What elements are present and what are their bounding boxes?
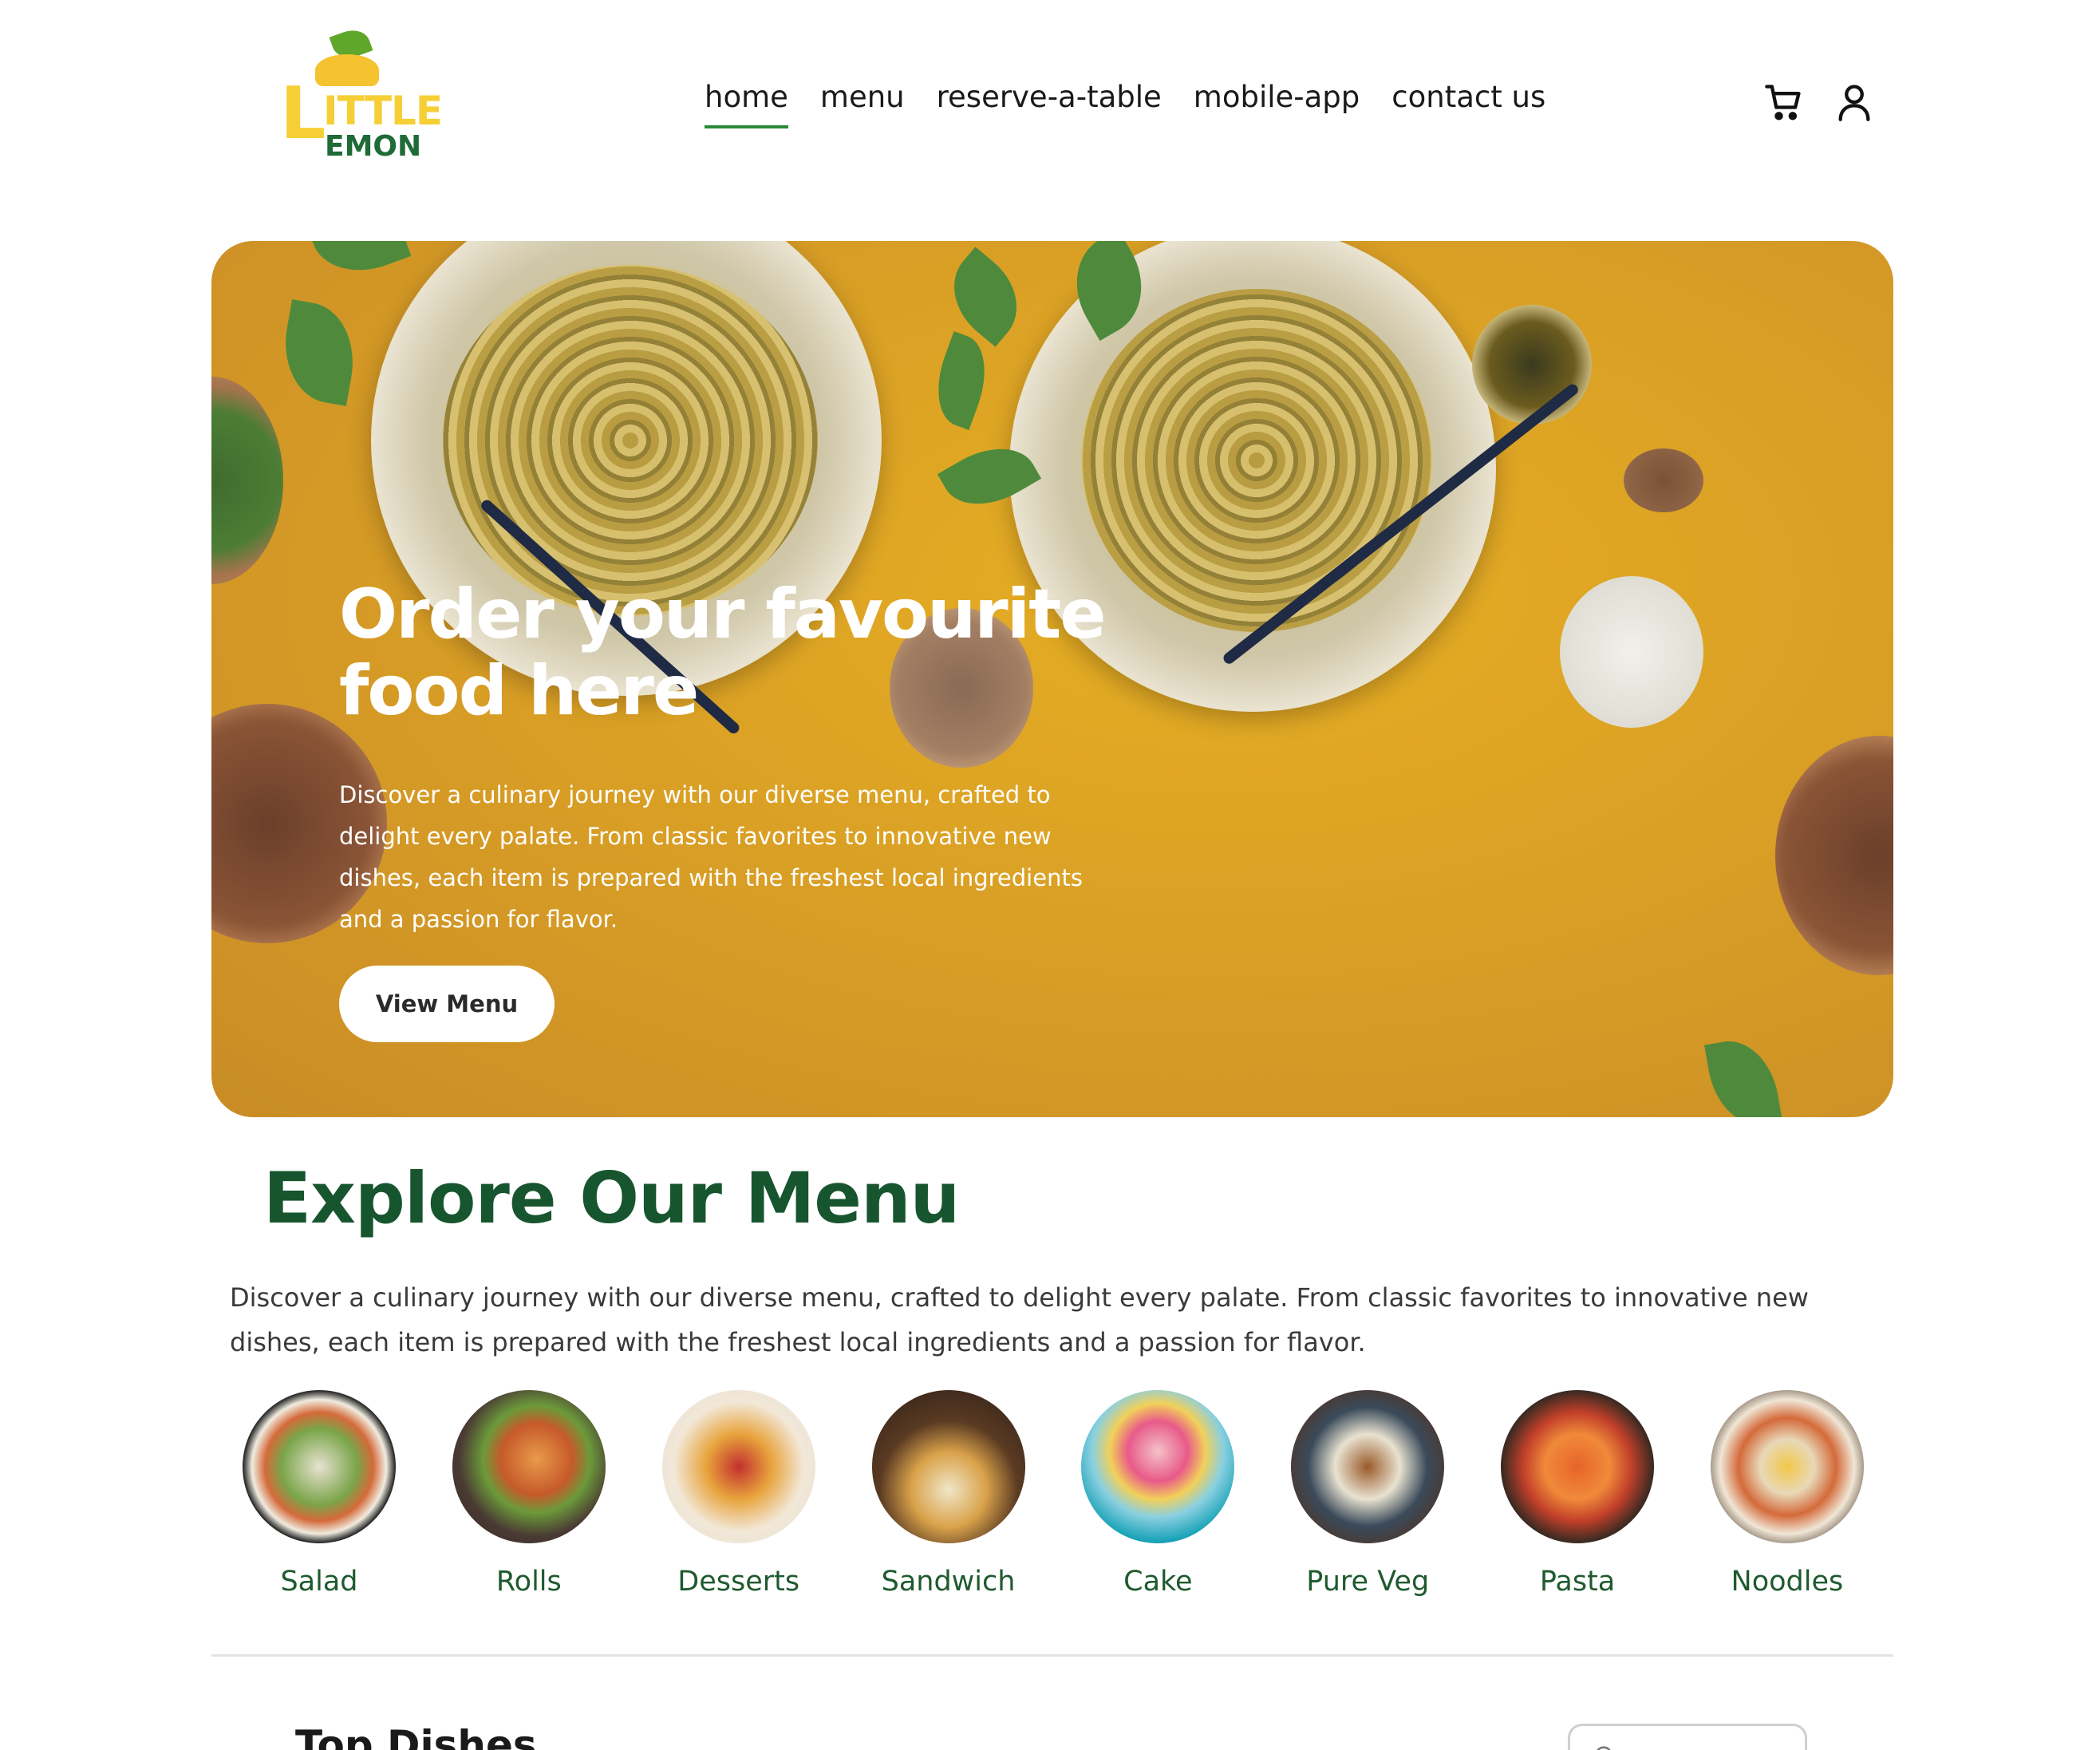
brand-logo[interactable]: L ITTLE EMON [275, 25, 443, 170]
nav-menu[interactable]: menu [820, 80, 905, 128]
menu-category-noodles[interactable]: Noodles [1707, 1390, 1867, 1598]
menu-category-label: Pasta [1539, 1566, 1616, 1598]
mushroom-bowl-image [1775, 736, 1893, 975]
nutmeg-image [1624, 448, 1703, 512]
main-nav: home menu reserve-a-table mobile-app con… [705, 80, 1545, 128]
basil-leaf-1-image [275, 299, 363, 406]
explore-menu-title: Explore Our Menu [263, 1157, 960, 1239]
pasta-image[interactable] [1501, 1390, 1655, 1543]
menu-category-label: Sandwich [881, 1566, 1016, 1598]
salad-image[interactable] [243, 1390, 396, 1543]
rolls-image[interactable] [452, 1390, 606, 1543]
menu-category-sandwich[interactable]: Sandwich [869, 1390, 1028, 1598]
dish-search-input[interactable] [1568, 1724, 1807, 1750]
menu-category-desserts[interactable]: Desserts [659, 1390, 819, 1598]
menu-category-label: Cake [1123, 1566, 1193, 1598]
menu-category-label: Pure Veg [1306, 1566, 1430, 1598]
nav-home[interactable]: home [705, 80, 788, 128]
top-dishes-title: Top Dishes [295, 1722, 537, 1750]
logo-line-2: EMON [325, 130, 422, 163]
desserts-image[interactable] [661, 1390, 815, 1543]
menu-category-label: Rolls [495, 1566, 562, 1598]
hero-banner: Order your favourite food here Discover … [211, 241, 1893, 1117]
search-icon [1597, 1746, 1611, 1750]
basil-leaf-7-image [306, 241, 412, 286]
menu-category-salad[interactable]: Salad [239, 1390, 399, 1598]
menu-category-pasta[interactable]: Pasta [1498, 1390, 1657, 1598]
explore-menu-description: Discover a culinary journey with our div… [230, 1282, 1809, 1357]
hero-description: Discover a culinary journey with our div… [339, 781, 1083, 933]
noodles-image[interactable] [1710, 1390, 1864, 1543]
section-divider [211, 1654, 1893, 1657]
nav-contact-us[interactable]: contact us [1391, 80, 1545, 128]
sandwich-image[interactable] [871, 1390, 1025, 1543]
nav-mobile-app[interactable]: mobile-app [1194, 80, 1360, 128]
cake-image[interactable] [1081, 1390, 1235, 1543]
nav-reserve-a-table[interactable]: reserve-a-table [937, 80, 1162, 128]
user-icon[interactable] [1834, 81, 1875, 123]
menu-category-label: Noodles [1731, 1566, 1844, 1598]
logo-line-1: ITTLE [323, 88, 443, 134]
menu-category-rolls[interactable]: Rolls [449, 1390, 609, 1598]
sauce-dish-image [1560, 576, 1703, 728]
menu-category-label: Salad [280, 1566, 358, 1598]
menu-category-label: Desserts [677, 1566, 800, 1598]
herb-bowl-image [211, 377, 283, 584]
pure-veg-image[interactable] [1291, 1390, 1445, 1543]
basil-leaf-6-image [1704, 1033, 1782, 1117]
hero-title: Order your favourite food here [339, 575, 1107, 731]
cart-icon[interactable] [1763, 81, 1805, 123]
view-menu-button[interactable]: View Menu [339, 966, 555, 1042]
menu-category-cake[interactable]: Cake [1078, 1390, 1238, 1598]
spice-dish-image [1472, 305, 1592, 425]
pasta-left-image [443, 265, 818, 616]
site-header: L ITTLE EMON home menu reserve-a-table m… [0, 0, 2100, 207]
logo-letter: L [280, 72, 326, 156]
menu-category-list: Salad Rolls Desserts Sandwich Cake Pure … [239, 1390, 1867, 1598]
basil-leaf-4-image [923, 331, 1000, 430]
menu-category-pure-veg[interactable]: Pure Veg [1288, 1390, 1447, 1598]
basil-leaf-2-image [934, 247, 1037, 347]
